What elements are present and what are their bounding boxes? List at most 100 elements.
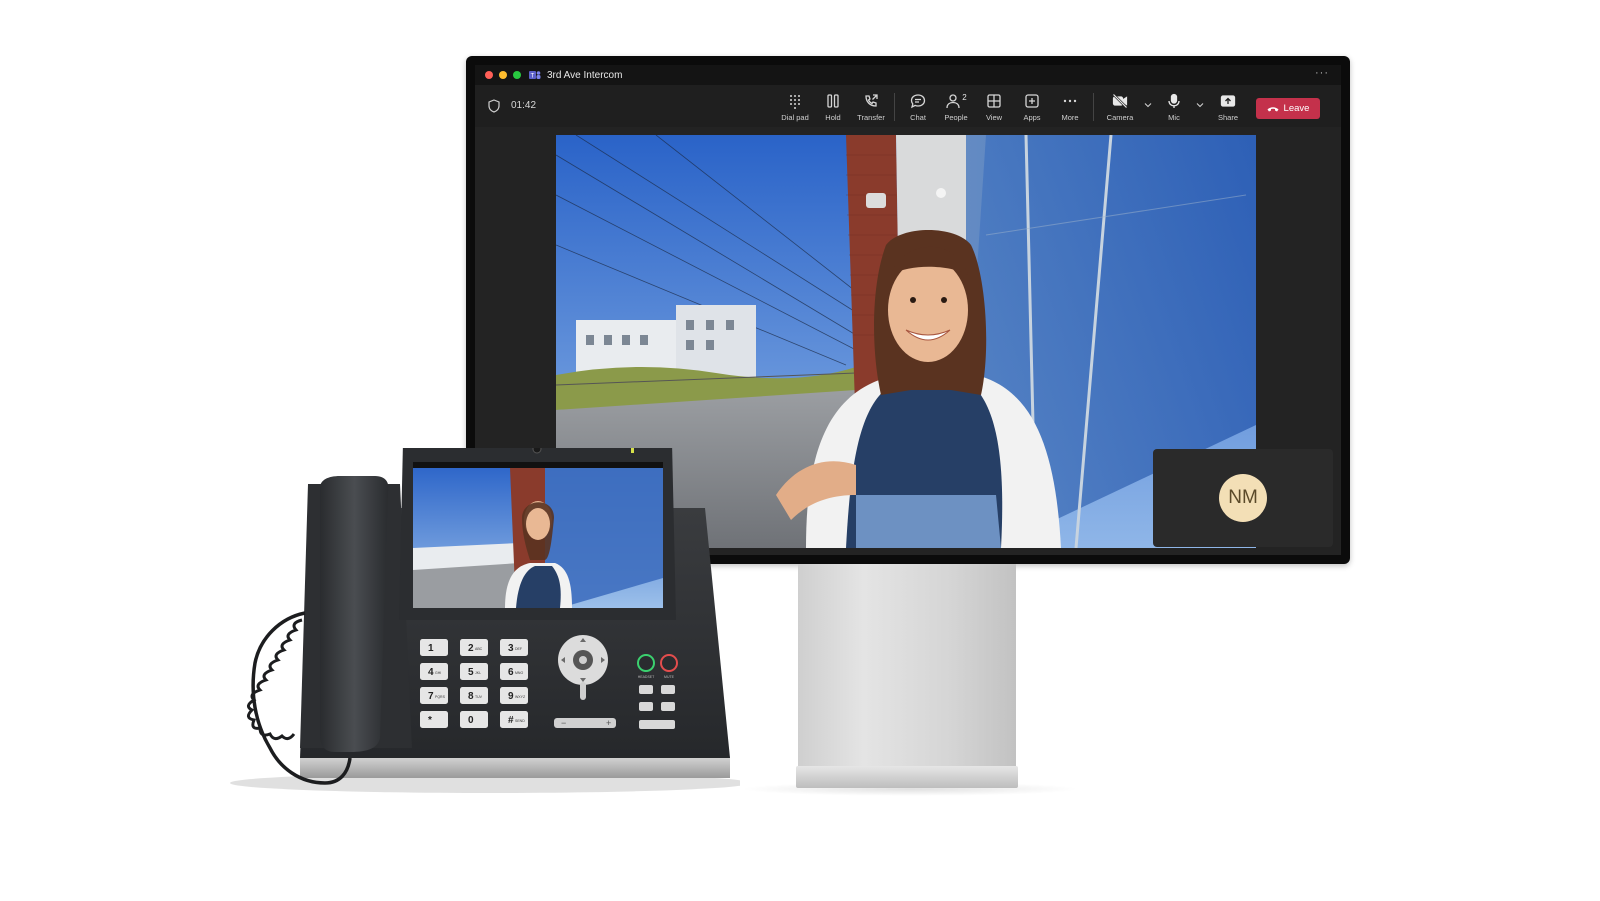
keypad-key[interactable]: 9 WXYZ: [500, 687, 528, 704]
keypad-key-cap: [460, 663, 488, 680]
call-timer: 01:42: [511, 100, 537, 111]
keypad-letters: MNO: [515, 671, 523, 675]
mic-button[interactable]: Mic: [1154, 89, 1194, 125]
keypad-key[interactable]: 1: [420, 639, 448, 656]
keypad-key[interactable]: 4 GHI: [420, 663, 448, 680]
camera-off-icon: [1112, 93, 1128, 109]
monitor-stand-base: [796, 766, 1018, 788]
keypad-digit: 8: [468, 691, 474, 702]
more-label: More: [1061, 113, 1079, 122]
chevron-down-icon: [1144, 103, 1152, 108]
headset-icon: [637, 654, 655, 672]
svg-text:−: −: [561, 718, 566, 728]
transfer-button[interactable]: Transfer: [852, 89, 890, 125]
desk-phone: 1 2 ABC 3 DEF 4 GHI 5 JKL 6 MNO 7 PQRS 8 TUV 9 WXYZ * 0 # SE…: [230, 448, 740, 793]
hold-button[interactable]: Hold: [814, 89, 852, 125]
leave-call-button[interactable]: Leave: [1256, 98, 1320, 119]
keypad-key[interactable]: # SEND: [500, 711, 528, 728]
keypad-digit: 6: [508, 667, 514, 678]
transfer-label: Transfer: [857, 113, 885, 122]
avatar: NM: [1219, 474, 1267, 522]
chat-label: Chat: [910, 113, 926, 122]
camera-options-button[interactable]: [1142, 89, 1154, 125]
microphone-icon: [1168, 93, 1180, 108]
apps-label: Apps: [1023, 113, 1041, 122]
leave-label: Leave: [1283, 103, 1310, 114]
keypad-key-cap: [460, 687, 488, 704]
share-label: Share: [1217, 113, 1238, 122]
minimize-window-button[interactable]: [499, 71, 507, 79]
keypad-letters: JKL: [475, 671, 481, 675]
dialpad-icon: [790, 95, 800, 109]
more-dots-icon: [1063, 99, 1077, 103]
window-title: 3rd Ave Intercom: [547, 69, 623, 81]
keypad-key[interactable]: *: [420, 711, 448, 728]
maximize-window-button[interactable]: [513, 71, 521, 79]
self-view-tile[interactable]: NM: [1153, 449, 1333, 547]
camera-button[interactable]: Camera: [1098, 89, 1142, 125]
more-button[interactable]: More: [1051, 89, 1089, 125]
phone-transfer-icon: [865, 94, 878, 107]
people-label: People: [944, 113, 968, 122]
phone-camera-icon: [532, 448, 542, 454]
keypad-digit: 5: [468, 667, 474, 678]
chat-bubble-icon: [910, 94, 926, 109]
keypad-key[interactable]: 2 ABC: [460, 639, 488, 656]
keypad-letters: DEF: [515, 647, 522, 651]
close-window-button[interactable]: [485, 71, 493, 79]
view-button[interactable]: View: [975, 89, 1013, 125]
phone-base: [300, 756, 730, 778]
chat-button[interactable]: Chat: [899, 89, 937, 125]
keypad-digit: 1: [428, 643, 434, 654]
keypad-key[interactable]: 7 PQRS: [420, 687, 448, 704]
pause-icon: [827, 94, 839, 108]
keypad-letters: ABC: [475, 647, 483, 651]
title-bar: T 3rd Ave Intercom ···: [475, 65, 1341, 85]
hold-label: Hold: [825, 113, 841, 122]
keypad-key[interactable]: 6 MNO: [500, 663, 528, 680]
keypad-letters: PQRS: [435, 695, 446, 699]
phone-handset: [320, 476, 389, 752]
keypad-key-cap: [460, 639, 488, 656]
keypad-digit: 2: [468, 643, 474, 654]
svg-text:T: T: [531, 74, 535, 80]
people-count: 2: [962, 93, 967, 102]
keypad-digit: 9: [508, 691, 514, 702]
call-toolbar: 01:42 Dial pad Hold Transfer Chat 2 Peop…: [475, 85, 1341, 127]
keypad-key-cap: [420, 711, 448, 728]
toolbar-divider: [894, 93, 895, 121]
keypad-digit: 3: [508, 643, 514, 654]
dial-pad-label: Dial pad: [781, 113, 809, 122]
shield-icon[interactable]: [488, 99, 500, 113]
keypad-letters: GHI: [435, 671, 441, 675]
keypad-key-cap: [420, 639, 448, 656]
keypad-key[interactable]: 3 DEF: [500, 639, 528, 656]
keypad-letters: TUV: [475, 695, 483, 699]
share-button[interactable]: Share: [1206, 89, 1250, 125]
keypad-key-cap: [500, 663, 528, 680]
keypad-digit: 0: [468, 715, 474, 726]
grid-view-icon: [987, 94, 1001, 108]
keypad-letters: WXYZ: [515, 695, 526, 699]
hang-up-icon: [1267, 106, 1279, 111]
view-label: View: [985, 113, 1003, 122]
mic-label: Mic: [1168, 113, 1180, 122]
chevron-down-icon: [1196, 103, 1204, 108]
apps-button[interactable]: Apps: [1013, 89, 1051, 125]
mute-label: MUTE: [664, 675, 675, 679]
ellipsis-icon[interactable]: ···: [1315, 67, 1329, 79]
add-app-icon: [1025, 94, 1039, 108]
dial-pad-button[interactable]: Dial pad: [776, 89, 814, 125]
monitor-stand: [798, 564, 1016, 774]
camera-label: Camera: [1106, 113, 1134, 122]
keypad-letters: SEND: [515, 719, 525, 723]
mic-options-button[interactable]: [1194, 89, 1206, 125]
people-icon: [946, 94, 960, 109]
keypad-key[interactable]: 0: [460, 711, 488, 728]
toolbar-divider: [1093, 93, 1094, 121]
keypad-key[interactable]: 5 JKL: [460, 663, 488, 680]
people-button[interactable]: 2 People: [937, 89, 975, 125]
share-screen-icon: [1220, 95, 1236, 107]
call-controls: Dial pad Hold Transfer Chat 2 People Vie…: [776, 89, 1250, 125]
keypad-key[interactable]: 8 TUV: [460, 687, 488, 704]
